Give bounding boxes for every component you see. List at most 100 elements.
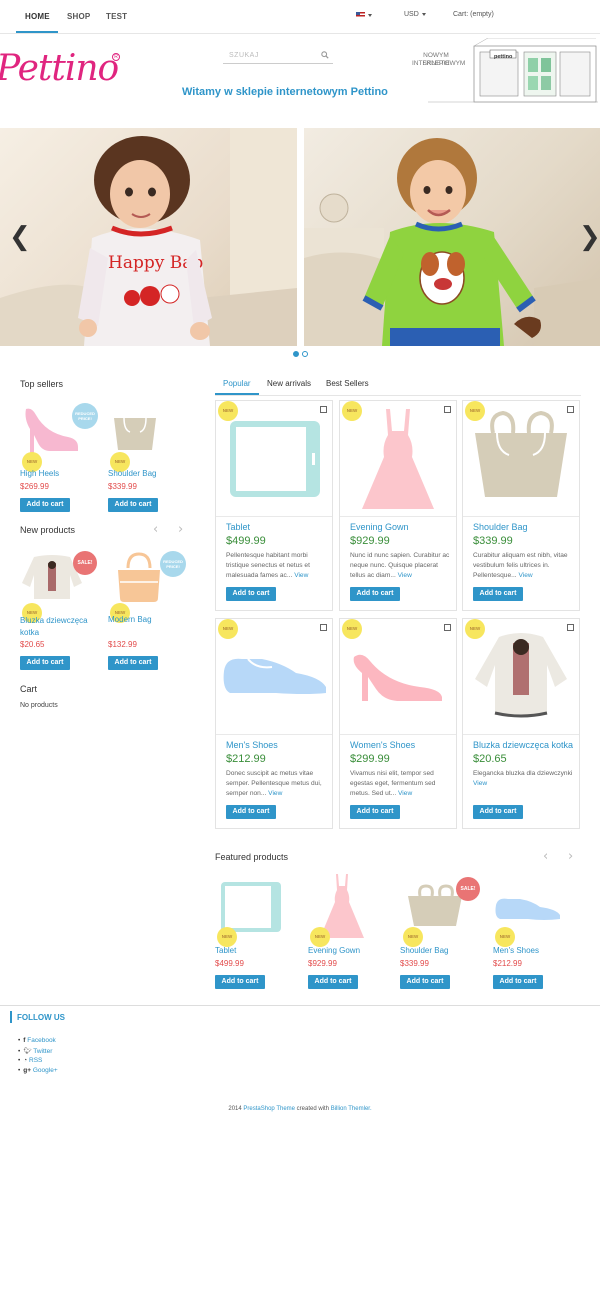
tab-popular[interactable]: Popular	[223, 379, 251, 388]
add-to-cart-button[interactable]: Add to cart	[493, 975, 543, 989]
social-rss-label: RSS	[29, 1057, 43, 1064]
product-price: $20.65	[473, 753, 507, 765]
language-selector[interactable]	[356, 12, 372, 19]
top-seller-name[interactable]: High Heels	[20, 469, 59, 478]
featured-name[interactable]: Evening Gown	[308, 946, 360, 955]
compare-checkbox[interactable]	[444, 624, 451, 631]
new-badge: NEW	[342, 619, 362, 639]
slider-prev-arrow[interactable]: ❮	[9, 222, 31, 252]
themler-link[interactable]: Billion Themler.	[331, 1106, 372, 1112]
slider-dot-1[interactable]	[293, 351, 299, 357]
view-link[interactable]: View	[398, 572, 412, 579]
view-link[interactable]: View	[268, 790, 282, 797]
add-to-cart-button[interactable]: Add to cart	[20, 656, 70, 670]
product-price: $299.99	[350, 753, 390, 765]
new-product-name[interactable]: Bluzka dziewczęca kotka	[20, 615, 100, 639]
top-seller-name[interactable]: Shoulder Bag	[108, 469, 156, 478]
add-to-cart-button[interactable]: Add to cart	[108, 498, 158, 512]
featured-products-title: Featured products	[215, 852, 289, 862]
chevron-left-icon[interactable]: ‹	[543, 849, 548, 864]
add-to-cart-button[interactable]: Add to cart	[226, 805, 276, 819]
add-to-cart-button[interactable]: Add to cart	[350, 587, 400, 601]
featured-name[interactable]: Shoulder Bag	[400, 946, 448, 955]
cart-block-title: Cart	[20, 684, 38, 694]
view-link[interactable]: View	[518, 572, 532, 579]
compare-checkbox[interactable]	[444, 406, 451, 413]
nav-test[interactable]: TEST	[106, 12, 127, 21]
compare-checkbox[interactable]	[567, 624, 574, 631]
new-badge: NEW	[218, 401, 238, 421]
product-name[interactable]: Evening Gown	[350, 522, 409, 532]
product-name[interactable]: Bluzka dziewczęca kotka	[473, 740, 573, 750]
featured-name[interactable]: Men's Shoes	[493, 946, 539, 955]
new-badge: NEW	[310, 927, 330, 947]
social-facebook[interactable]: • f Facebook	[18, 1037, 56, 1044]
social-twitter[interactable]: • 🐦︎ Twitter	[18, 1047, 52, 1055]
new-badge: NEW	[217, 927, 237, 947]
new-badge: NEW	[495, 927, 515, 947]
nav-shop[interactable]: SHOP	[67, 12, 90, 21]
chevron-right-icon[interactable]: ›	[568, 849, 573, 864]
view-link[interactable]: View	[294, 572, 308, 579]
compare-checkbox[interactable]	[567, 406, 574, 413]
add-to-cart-button[interactable]: Add to cart	[226, 587, 276, 601]
social-rss[interactable]: • ◔ RSS	[18, 1057, 42, 1064]
slide-girl: Happy Bab	[0, 128, 297, 346]
slider-next-arrow[interactable]: ❯	[579, 222, 600, 252]
new-badge: NEW	[465, 619, 485, 639]
top-seller-price: $269.99	[20, 482, 49, 491]
new-badge: NEW	[403, 927, 423, 947]
cart-empty-text: No products	[20, 702, 58, 709]
tab-best-sellers[interactable]: Best Sellers	[326, 379, 369, 388]
add-to-cart-button[interactable]: Add to cart	[108, 656, 158, 670]
compare-checkbox[interactable]	[320, 406, 327, 413]
theme-link[interactable]: PrestaShop Theme	[243, 1106, 295, 1112]
search-icon[interactable]	[321, 51, 329, 59]
featured-name[interactable]: Tablet	[215, 946, 236, 955]
slider-dot-2[interactable]	[302, 351, 308, 357]
shop-illustration: NOWYM SKLEPIE INTERNETOWYM pettino	[412, 37, 598, 104]
search-input[interactable]: SZUKAJ	[229, 52, 259, 59]
twitter-icon: 🐦︎	[23, 1048, 34, 1055]
currency-selector[interactable]: USD	[404, 11, 426, 18]
new-product-price: $132.99	[108, 640, 137, 649]
copyright: 2014 PrestaShop Theme created with Billi…	[0, 1106, 600, 1112]
product-card: NEW Men's Shoes $212.99 Donec suscipit a…	[215, 618, 333, 829]
chevron-left-icon[interactable]: ‹	[153, 522, 158, 537]
product-description: Curabitur aliquam est nibh, vitae vestib…	[473, 551, 573, 581]
view-link[interactable]: View	[398, 790, 412, 797]
social-google-plus[interactable]: • g+ Google+	[18, 1067, 58, 1074]
search-box[interactable]: SZUKAJ	[223, 47, 333, 64]
featured-price: $212.99	[493, 959, 522, 968]
featured-image-shoes[interactable]	[494, 893, 562, 923]
product-description: Vivamus nisi elit, tempor sed egestas eg…	[350, 769, 450, 799]
view-link[interactable]: View	[473, 780, 487, 787]
compare-checkbox[interactable]	[320, 624, 327, 631]
add-to-cart-button[interactable]: Add to cart	[215, 975, 265, 989]
cart-link[interactable]: Cart: (empty)	[453, 11, 494, 18]
add-to-cart-button[interactable]: Add to cart	[473, 805, 523, 819]
nav-home[interactable]: HOME	[25, 12, 50, 21]
site-logo[interactable]: Pettino	[0, 48, 119, 89]
product-name[interactable]: Women's Shoes	[350, 740, 415, 750]
add-to-cart-button[interactable]: Add to cart	[308, 975, 358, 989]
chevron-right-icon[interactable]: ›	[178, 522, 183, 537]
new-product-name[interactable]: Modern Bag	[108, 615, 152, 624]
add-to-cart-button[interactable]: Add to cart	[350, 805, 400, 819]
add-to-cart-button[interactable]: Add to cart	[400, 975, 450, 989]
add-to-cart-button[interactable]: Add to cart	[20, 498, 70, 512]
product-card: NEW Shoulder Bag $339.99 Curabitur aliqu…	[462, 400, 580, 611]
product-card: NEW Evening Gown $929.99 Nunc id nunc sa…	[339, 400, 457, 611]
product-name[interactable]: Tablet	[226, 522, 250, 532]
featured-price: $339.99	[400, 959, 429, 968]
add-to-cart-button[interactable]: Add to cart	[473, 587, 523, 601]
product-name[interactable]: Men's Shoes	[226, 740, 278, 750]
tab-new-arrivals[interactable]: New arrivals	[267, 379, 311, 388]
product-card: NEW Women's Shoes $299.99 Vivamus nisi e…	[339, 618, 457, 829]
top-seller-image-bag[interactable]	[110, 410, 160, 454]
hero-slider[interactable]: Happy Bab	[0, 128, 600, 346]
follow-us-title: FOLLOW US	[17, 1013, 65, 1022]
product-name[interactable]: Shoulder Bag	[473, 522, 528, 532]
new-product-image-bag[interactable]	[114, 552, 164, 604]
product-price: $499.99	[226, 535, 266, 547]
